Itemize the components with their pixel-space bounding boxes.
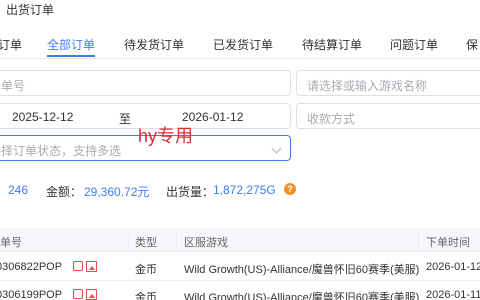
payment-method-placeholder: 收款方式 [307, 112, 356, 126]
copy-icon[interactable] [73, 261, 83, 271]
column-divider [176, 228, 177, 252]
tab-pending-shipment[interactable]: 待发货订单 [124, 36, 184, 53]
table-header: 单号 类型 区服游戏 下单时间 [0, 228, 480, 252]
help-icon[interactable]: ? [284, 183, 296, 195]
copy-icon[interactable] [73, 289, 83, 299]
table-row[interactable]: 0306822POP 金币 Wild Growth(US)-Alliance/魔… [0, 253, 480, 281]
column-divider [418, 228, 419, 252]
chevron-down-icon [271, 143, 282, 154]
column-header-order-time: 下单时间 [426, 237, 470, 249]
date-start[interactable]: 2025-12-12 [12, 110, 73, 124]
order-number-input[interactable]: 单号 [0, 70, 291, 96]
active-tab-indicator [47, 55, 95, 57]
column-header-order-no: 单号 [0, 237, 22, 249]
column-header-server-game: 区服游戏 [184, 237, 228, 249]
order-time: 2026-01-11 [426, 289, 480, 300]
order-tabs: 订单 全部订单 待发货订单 已发货订单 待结算订单 问题订单 保 [0, 34, 480, 58]
tab-problem-orders[interactable]: 问题订单 [390, 36, 438, 53]
tab-more-partial[interactable]: 保 [466, 36, 478, 53]
column-divider [128, 228, 129, 252]
tab-all-orders[interactable]: 全部订单 [47, 36, 95, 53]
image-icon[interactable] [86, 289, 97, 300]
image-icon[interactable] [86, 261, 97, 272]
table-row[interactable]: 0306199POP 金币 Wild Growth(US)-Alliance/魔… [0, 281, 480, 300]
server-game: Wild Growth(US)-Alliance/魔兽怀旧60赛季(美服) [184, 264, 420, 276]
payment-method-select[interactable]: 收款方式 [296, 103, 480, 129]
tab-orders-partial[interactable]: 订单 [0, 36, 22, 53]
tab-shipped[interactable]: 已发货订单 [213, 36, 273, 53]
page-title: 出货订单 [6, 3, 55, 17]
tab-pending-settlement[interactable]: 待结算订单 [302, 36, 362, 53]
order-status-placeholder: 择订单状态，支持多选 [1, 144, 122, 158]
order-type: 金币 [135, 264, 157, 276]
order-number[interactable]: 0306199POP [0, 289, 62, 300]
order-time: 2026-01-12 [426, 261, 480, 273]
order-count: 246 [8, 183, 29, 197]
date-separator: 至 [119, 112, 132, 126]
order-number[interactable]: 0306822POP [0, 261, 62, 273]
tabs-divider [0, 58, 480, 59]
amount-label: 金额： [46, 185, 83, 199]
volume-value: 1,872,275G [213, 183, 276, 197]
order-stats: 246 金额： 29,360.72元 出货量： 1,872,275G ? [0, 183, 480, 201]
game-select-placeholder: 请选择或输入游戏名称 [307, 79, 428, 93]
order-type: 金币 [135, 292, 157, 300]
column-header-type: 类型 [135, 237, 157, 249]
volume-label: 出货量： [166, 185, 215, 199]
game-select[interactable]: 请选择或输入游戏名称 [296, 70, 480, 96]
watermark-text: hy专用 [138, 126, 194, 146]
order-number-placeholder: 单号 [1, 79, 26, 93]
server-game: Wild Growth(US)-Alliance/魔兽怀旧60赛季(美服) [184, 292, 420, 300]
amount-value: 29,360.72元 [84, 185, 150, 199]
